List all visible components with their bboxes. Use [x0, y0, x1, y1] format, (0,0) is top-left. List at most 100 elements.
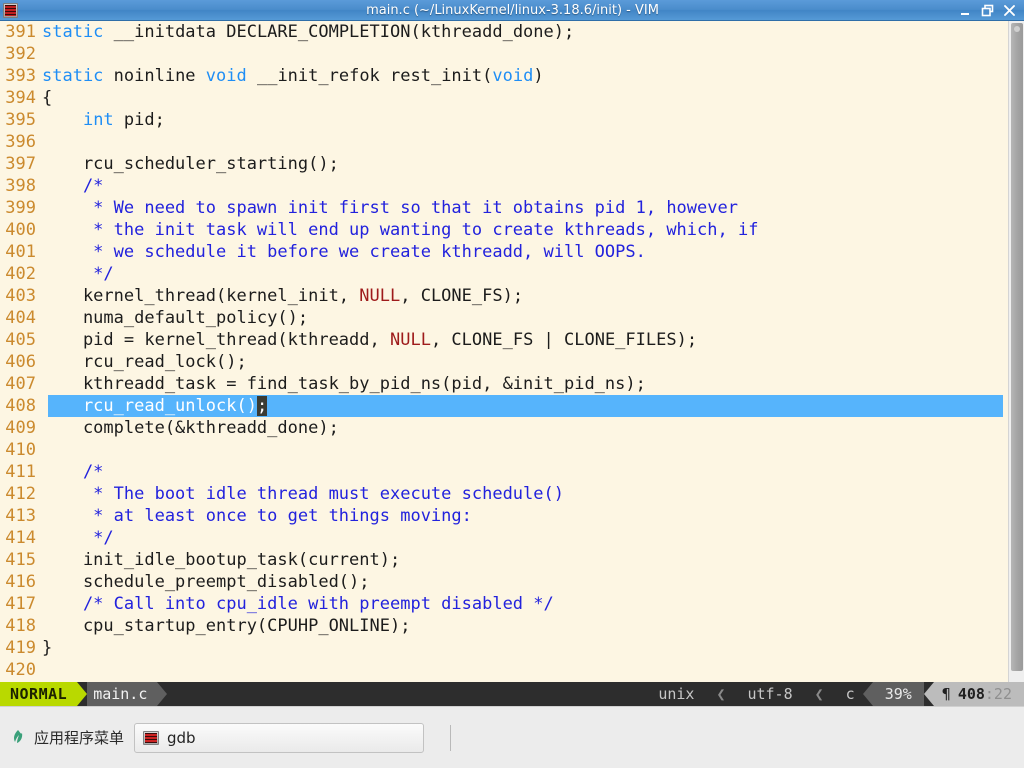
code-line[interactable]: 416 schedule_preempt_disabled(); — [0, 571, 1008, 593]
line-number: 410 — [5, 440, 36, 460]
line-number: 398 — [5, 176, 36, 196]
code-line[interactable]: 407 kthreadd_task = find_task_by_pid_ns(… — [0, 373, 1008, 395]
code-line[interactable]: 417 /* Call into cpu_idle with preempt d… — [0, 593, 1008, 615]
close-icon[interactable] — [1003, 4, 1016, 17]
status-filetype: c — [837, 682, 863, 706]
line-text: rcu_scheduler_starting(); — [42, 154, 339, 174]
line-number: 391 — [5, 22, 36, 42]
code-line[interactable]: 412 * The boot idle thread must execute … — [0, 483, 1008, 505]
code-token: int — [82, 110, 114, 130]
line-text: schedule_preempt_disabled(); — [42, 572, 370, 592]
code-token: * we schedule it before we create kthrea… — [42, 242, 646, 262]
status-cursor-position: ¶ 408 :22 — [933, 682, 1024, 706]
line-text: /* — [42, 462, 103, 482]
line-text: int pid; — [42, 110, 165, 130]
maximize-icon[interactable] — [981, 4, 994, 17]
code-line[interactable]: 396 — [0, 131, 1008, 153]
paragraph-icon: ¶ — [941, 685, 951, 703]
code-line[interactable]: 402 */ — [0, 263, 1008, 285]
code-token: ) — [533, 66, 544, 86]
taskbar-item-gdb[interactable]: gdb — [134, 722, 425, 753]
code-line[interactable]: 408 rcu_read_unlock(); — [0, 395, 1008, 417]
code-line[interactable]: 404 numa_default_policy(); — [0, 307, 1008, 329]
code-token: */ — [42, 264, 114, 284]
code-line[interactable]: 420 — [0, 659, 1008, 681]
line-number: 415 — [5, 550, 36, 570]
line-text: rcu_read_lock(); — [42, 352, 247, 372]
code-token: __initdata DECLARE_COMPLETION(kthreadd_d… — [103, 22, 575, 42]
code-line[interactable]: 395 int pid; — [0, 109, 1008, 131]
code-token: static — [42, 22, 104, 42]
taskbar-item-label: gdb — [167, 728, 196, 747]
line-text: * at least once to get things moving: — [42, 506, 472, 526]
line-text: pid = kernel_thread(kthreadd, NULL, CLON… — [42, 330, 697, 350]
code-line[interactable]: 403 kernel_thread(kernel_init, NULL, CLO… — [0, 285, 1008, 307]
code-token: schedule_preempt_disabled(); — [42, 572, 370, 592]
code-line[interactable]: 419} — [0, 637, 1008, 659]
code-line[interactable]: 409 complete(&kthreadd_done); — [0, 417, 1008, 439]
scrollbar-thumb[interactable] — [1011, 23, 1023, 671]
code-line[interactable]: 411 /* — [0, 461, 1008, 483]
status-fileformat: unix — [650, 682, 703, 706]
code-line[interactable]: 413 * at least once to get things moving… — [0, 505, 1008, 527]
code-line[interactable]: 410 — [0, 439, 1008, 461]
line-number: 414 — [5, 528, 36, 548]
line-number: 405 — [5, 330, 36, 350]
line-text: } — [42, 638, 52, 658]
line-text: */ — [42, 264, 114, 284]
vim-statusline: NORMAL main.c unix ❮ utf-8 ❮ c 39% ¶ 408… — [0, 682, 1024, 706]
code-line[interactable]: 397 rcu_scheduler_starting(); — [0, 153, 1008, 175]
code-line[interactable]: 406 rcu_read_lock(); — [0, 351, 1008, 373]
line-number: 396 — [5, 132, 36, 152]
line-text: */ — [42, 528, 113, 548]
code-editor-area[interactable]: 391 static __initdata DECLARE_COMPLETION(… — [0, 21, 1008, 682]
application-menu-label: 应用程序菜单 — [34, 729, 125, 747]
minimize-icon[interactable] — [959, 4, 972, 17]
code-token: noinline — [103, 66, 206, 86]
line-number: 409 — [5, 418, 36, 438]
line-text: static __initdata DECLARE_COMPLETION(kth… — [42, 22, 574, 42]
line-text: static noinline void __init_refok rest_i… — [42, 66, 544, 86]
code-line[interactable]: 414 */ — [0, 527, 1008, 549]
chevron-left-icon — [862, 682, 873, 706]
code-token: pid = kernel_thread(kthreadd, — [42, 330, 390, 350]
code-token: pid; — [113, 110, 165, 130]
application-menu-button[interactable]: 应用程序菜单 — [10, 727, 124, 748]
line-number: 401 — [5, 242, 36, 262]
status-filename: main.c — [87, 682, 158, 706]
line-text: * we schedule it before we create kthrea… — [42, 242, 646, 262]
code-line[interactable]: 415 init_idle_bootup_task(current); — [0, 549, 1008, 571]
code-line[interactable]: 418 cpu_startup_entry(CPUHP_ONLINE); — [0, 615, 1008, 637]
line-number: 411 — [5, 462, 36, 482]
terminal-icon — [143, 730, 160, 745]
code-token: * the init task will end up wanting to c… — [42, 220, 759, 240]
code-line[interactable]: 400 * the init task will end up wanting … — [0, 219, 1008, 241]
code-token: , CLONE_FS | CLONE_FILES); — [430, 330, 698, 350]
chevron-left-icon-2 — [923, 682, 934, 706]
code-line[interactable]: 391 static __initdata DECLARE_COMPLETION(… — [0, 21, 1008, 43]
code-line[interactable]: 393 static noinline void __init_refok res… — [0, 65, 1008, 87]
line-number: 420 — [5, 660, 36, 680]
code-line[interactable]: 398 /* — [0, 175, 1008, 197]
line-text: init_idle_bootup_task(current); — [42, 550, 400, 570]
code-token: NULL — [390, 330, 431, 350]
line-number: 412 — [5, 484, 36, 504]
code-line[interactable]: 401 * we schedule it before we create kt… — [0, 241, 1008, 263]
code-line[interactable]: 405 pid = kernel_thread(kthreadd, NULL, … — [0, 329, 1008, 351]
text-cursor: ; — [256, 396, 268, 416]
line-number: 394 — [5, 88, 36, 108]
code-line[interactable]: 399 * We need to spawn init first so tha… — [0, 197, 1008, 219]
status-encoding: utf-8 — [739, 682, 801, 706]
code-token: /* — [42, 176, 104, 196]
line-text: numa_default_policy(); — [42, 308, 308, 328]
line-number: 418 — [5, 616, 36, 636]
vertical-scrollbar[interactable] — [1008, 21, 1024, 682]
code-token: { — [42, 88, 53, 108]
code-token: * We need to spawn init first so that it… — [42, 198, 738, 218]
code-token: , CLONE_FS); — [400, 286, 524, 306]
desktop-taskbar: 应用程序菜单 gdb — [0, 706, 1024, 768]
code-line[interactable]: 394 { — [0, 87, 1008, 109]
status-separator-1: ❮ — [702, 682, 740, 706]
code-line[interactable]: 392 — [0, 43, 1008, 65]
